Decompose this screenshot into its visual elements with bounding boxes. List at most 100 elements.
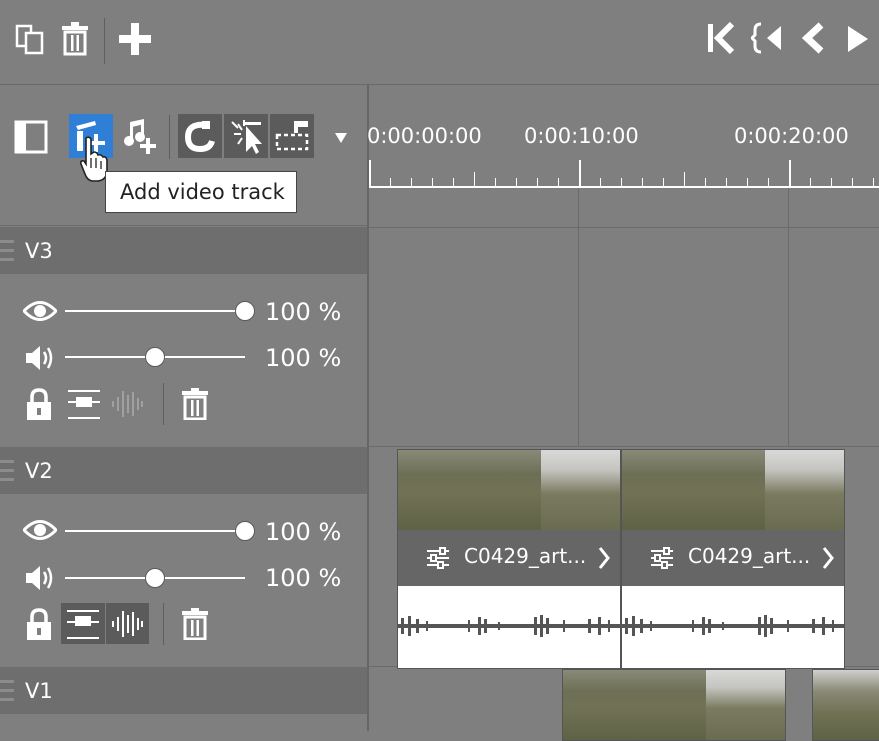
ruler-minor-tick <box>516 178 517 188</box>
clip-settings-icon[interactable] <box>426 547 450 569</box>
tooltip: Add video track <box>105 171 297 213</box>
magnet-snap-button[interactable] <box>178 114 222 158</box>
ruler-minor-tick <box>831 178 832 188</box>
ruler-baseline <box>369 186 879 188</box>
ruler-major-tick <box>789 160 791 188</box>
video-mute-icon <box>65 607 101 641</box>
ruler-minor-tick <box>663 178 664 188</box>
trash-icon[interactable] <box>61 22 89 56</box>
track-header-v3[interactable]: V3 <box>0 227 367 274</box>
audio-waveform <box>398 586 620 668</box>
video-clip[interactable]: C0429_art... <box>621 449 845 669</box>
track-header-v1[interactable]: V1 <box>0 667 367 714</box>
dropdown-icon[interactable] <box>334 132 348 144</box>
ruler-minor-tick <box>453 178 454 188</box>
volume-percent: 100 <box>265 344 311 372</box>
clip-thumbnail <box>563 670 706 740</box>
track-name: V1 <box>25 679 53 703</box>
audio-waveform-icon[interactable] <box>110 388 144 420</box>
ruler-minor-tick <box>705 178 706 188</box>
video-clip[interactable] <box>812 669 879 741</box>
chevron-right-icon[interactable] <box>598 546 610 570</box>
select-tool-button[interactable] <box>224 114 268 158</box>
ruler-minor-tick <box>810 178 811 188</box>
volume-percent: 100 <box>265 564 311 592</box>
trim-tool-button[interactable] <box>270 114 314 158</box>
volume-icon[interactable] <box>24 564 54 592</box>
select-tool-icon <box>230 118 264 154</box>
grid-line-1 <box>578 188 579 446</box>
prev-marker-icon[interactable] <box>751 22 785 54</box>
track-controls-separator <box>163 603 164 645</box>
toolbar-separator <box>104 18 105 64</box>
ruler-minor-tick <box>537 178 538 188</box>
opacity-slider[interactable] <box>65 530 245 532</box>
chevron-right-icon[interactable] <box>822 546 834 570</box>
top-toolbar <box>0 0 879 84</box>
delete-track-icon[interactable] <box>181 608 209 640</box>
drag-handle-icon[interactable] <box>0 458 14 484</box>
opacity-value: 100 % <box>265 298 341 326</box>
ruler-minor-tick <box>600 178 601 188</box>
add-icon[interactable] <box>118 22 152 56</box>
ruler-minor-tick <box>768 178 769 188</box>
track-header-v2[interactable]: V2 <box>0 447 367 494</box>
ruler-bottom-border <box>369 227 879 228</box>
magnet-snap-icon <box>184 119 216 153</box>
opacity-percent: 100 <box>265 298 311 326</box>
video-clip[interactable]: C0429_art... <box>397 449 621 669</box>
ruler-minor-tick <box>495 178 496 188</box>
ruler-label-1: 0:00:10:00 <box>524 124 639 148</box>
timeline-ruler[interactable] <box>369 160 879 188</box>
ruler-minor-tick <box>684 172 685 188</box>
audio-waveform-button[interactable] <box>106 603 149 644</box>
audio-waveform-icon <box>110 608 144 640</box>
opacity-value: 100 % <box>265 518 341 546</box>
go-to-start-icon[interactable] <box>706 22 736 54</box>
track-v3-bottom-border <box>369 446 879 447</box>
track-toolbar-separator <box>169 115 170 159</box>
ruler-minor-tick <box>390 178 391 188</box>
clip-thumbnail <box>706 670 785 740</box>
track-name: V3 <box>25 239 53 263</box>
clip-thumbnail <box>541 450 620 530</box>
volume-slider-knob[interactable] <box>145 568 165 588</box>
drag-handle-icon[interactable] <box>0 238 14 264</box>
clip-title-bar: C0429_art... <box>398 530 620 586</box>
clip-thumbnail <box>622 450 765 530</box>
video-mute-button[interactable] <box>61 603 105 644</box>
ruler-minor-tick <box>852 178 853 188</box>
volume-slider-knob[interactable] <box>145 347 165 367</box>
clip-settings-icon[interactable] <box>650 547 674 569</box>
trim-tool-icon <box>274 119 310 153</box>
ruler-minor-tick <box>873 178 874 188</box>
eye-icon[interactable] <box>23 519 57 541</box>
ruler-minor-tick <box>726 178 727 188</box>
add-audio-track-icon[interactable] <box>122 118 158 156</box>
clip-title-bar: C0429_art... <box>622 530 844 586</box>
ruler-label-2: 0:00:20:00 <box>734 124 849 148</box>
video-clip[interactable] <box>562 669 786 741</box>
copy-icon[interactable] <box>14 23 48 57</box>
delete-track-icon[interactable] <box>181 388 209 420</box>
volume-unit: % <box>318 564 342 592</box>
ruler-minor-tick <box>558 178 559 188</box>
video-mute-icon[interactable] <box>66 387 102 421</box>
eye-icon[interactable] <box>23 300 57 322</box>
opacity-percent: 100 <box>265 518 311 546</box>
drag-handle-icon[interactable] <box>0 678 14 704</box>
opacity-slider[interactable] <box>65 310 245 312</box>
play-icon[interactable] <box>846 25 870 53</box>
header-bottom-border <box>0 225 367 226</box>
toggle-panel-icon[interactable] <box>14 120 48 154</box>
opacity-slider-knob[interactable] <box>235 301 255 321</box>
opacity-slider-knob[interactable] <box>235 521 255 541</box>
lock-icon[interactable] <box>25 608 53 640</box>
volume-unit: % <box>318 344 342 372</box>
lock-icon[interactable] <box>25 388 53 420</box>
ruler-label-0: 0:00:00:00 <box>367 124 482 148</box>
prev-frame-icon[interactable] <box>799 22 825 54</box>
clip-name: C0429_art... <box>688 544 811 568</box>
volume-icon[interactable] <box>24 344 54 372</box>
volume-value: 100 % <box>265 344 341 372</box>
